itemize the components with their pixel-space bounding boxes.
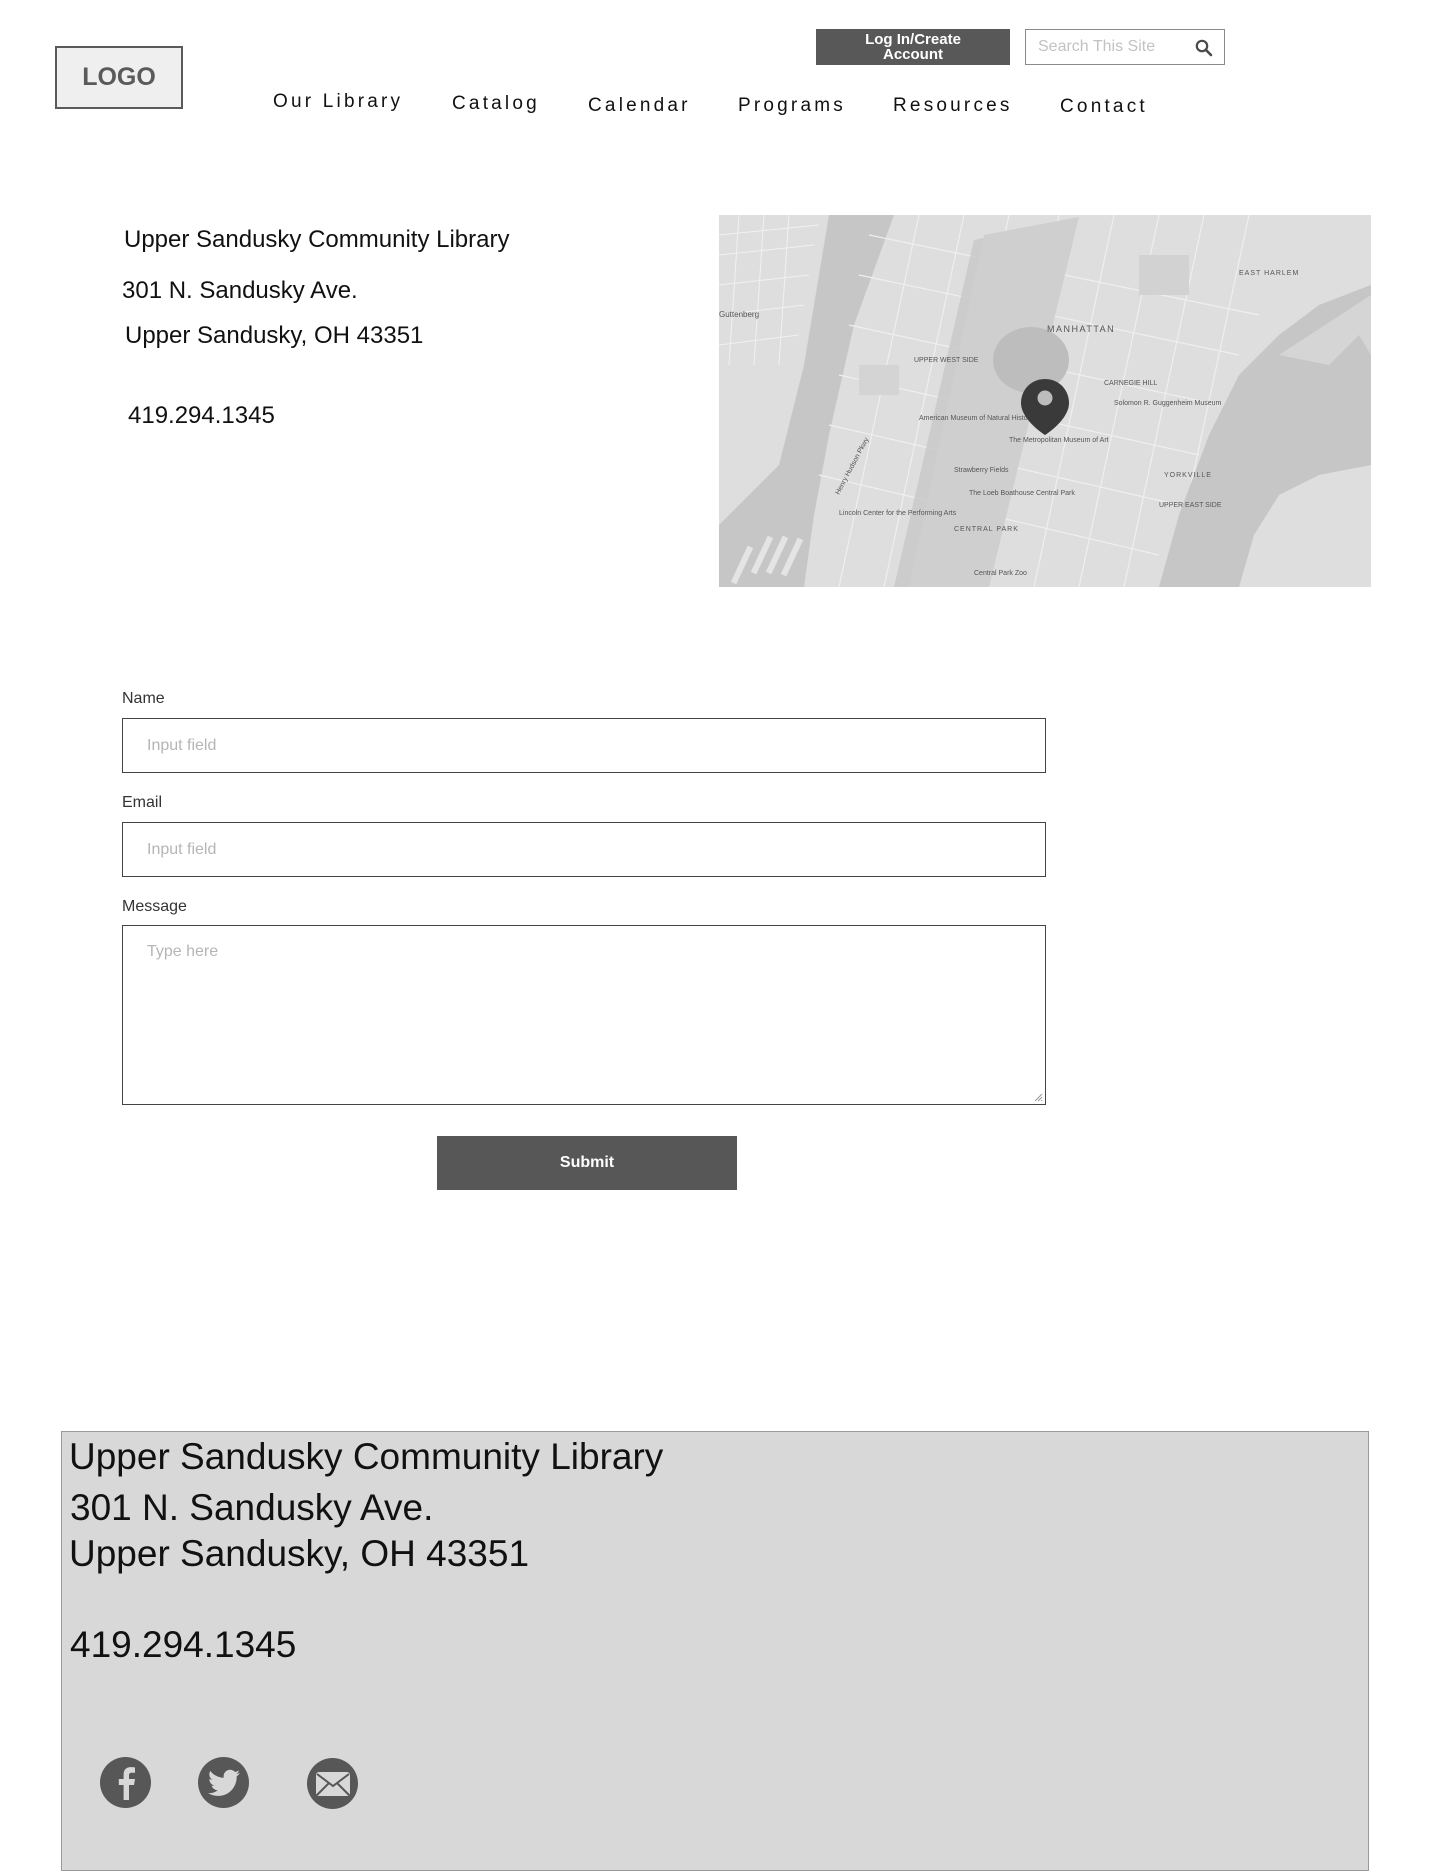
- map-label-loeb: The Loeb Boathouse Central Park: [969, 490, 1075, 497]
- name-input[interactable]: [122, 718, 1046, 773]
- location-map[interactable]: MANHATTAN EAST HARLEM Guttenberg UPPER W…: [719, 215, 1371, 587]
- map-label-natural-history: American Museum of Natural History: [919, 415, 1034, 422]
- email-icon[interactable]: [307, 1758, 358, 1809]
- footer-street: 301 N. Sandusky Ave.: [70, 1487, 434, 1528]
- map-label-guggenheim: Solomon R. Guggenheim Museum: [1114, 400, 1222, 407]
- twitter-icon[interactable]: [198, 1757, 249, 1808]
- search-box: [1025, 29, 1225, 65]
- map-label-manhattan: MANHATTAN: [1047, 324, 1115, 334]
- search-icon[interactable]: [1194, 38, 1214, 58]
- library-city: Upper Sandusky, OH 43351: [125, 322, 424, 349]
- nav-contact[interactable]: Contact: [1060, 96, 1148, 118]
- library-street: 301 N. Sandusky Ave.: [122, 277, 358, 304]
- nav-our-library[interactable]: Our Library: [273, 91, 403, 113]
- map-label-east-harlem: EAST HARLEM: [1239, 270, 1299, 277]
- nav-calendar[interactable]: Calendar: [588, 95, 691, 117]
- logo[interactable]: LOGO: [55, 46, 183, 109]
- footer-phone: 419.294.1345: [70, 1624, 297, 1665]
- name-label: Name: [122, 690, 165, 707]
- map-label-lincoln: Lincoln Center for the Performing Arts: [839, 510, 957, 517]
- nav-catalog[interactable]: Catalog: [452, 93, 540, 115]
- footer-library-name: Upper Sandusky Community Library: [69, 1436, 664, 1477]
- library-phone: 419.294.1345: [128, 402, 275, 429]
- map-label-yorkville: YORKVILLE: [1164, 472, 1212, 479]
- map-label-met: The Metropolitan Museum of Art: [1009, 437, 1109, 444]
- map-label-carnegie-hill: CARNEGIE HILL: [1104, 380, 1157, 387]
- message-textarea[interactable]: [122, 925, 1046, 1105]
- footer: Upper Sandusky Community Library 301 N. …: [61, 1431, 1369, 1871]
- map-label-upper-east-side: UPPER EAST SIDE: [1159, 502, 1222, 509]
- footer-city: Upper Sandusky, OH 43351: [69, 1533, 530, 1574]
- resize-grip-icon[interactable]: [1033, 1092, 1043, 1102]
- submit-button[interactable]: Submit: [437, 1136, 737, 1190]
- library-name: Upper Sandusky Community Library: [124, 226, 510, 253]
- map-graphic: MANHATTAN EAST HARLEM Guttenberg UPPER W…: [719, 215, 1371, 587]
- map-label-zoo: Central Park Zoo: [974, 570, 1027, 577]
- nav-resources[interactable]: Resources: [893, 95, 1013, 117]
- login-create-account-button[interactable]: Log In/Create Account: [816, 29, 1010, 65]
- email-input[interactable]: [122, 822, 1046, 877]
- email-label: Email: [122, 794, 163, 811]
- map-label-strawberry-fields: Strawberry Fields: [954, 467, 1009, 474]
- map-label-upper-west-side: UPPER WEST SIDE: [914, 357, 979, 364]
- map-label-central-park: CENTRAL PARK: [954, 526, 1019, 533]
- facebook-icon[interactable]: [100, 1757, 151, 1808]
- search-input[interactable]: [1026, 30, 1198, 64]
- nav-programs[interactable]: Programs: [738, 95, 846, 117]
- message-label: Message: [122, 898, 187, 915]
- map-label-guttenberg: Guttenberg: [719, 310, 759, 319]
